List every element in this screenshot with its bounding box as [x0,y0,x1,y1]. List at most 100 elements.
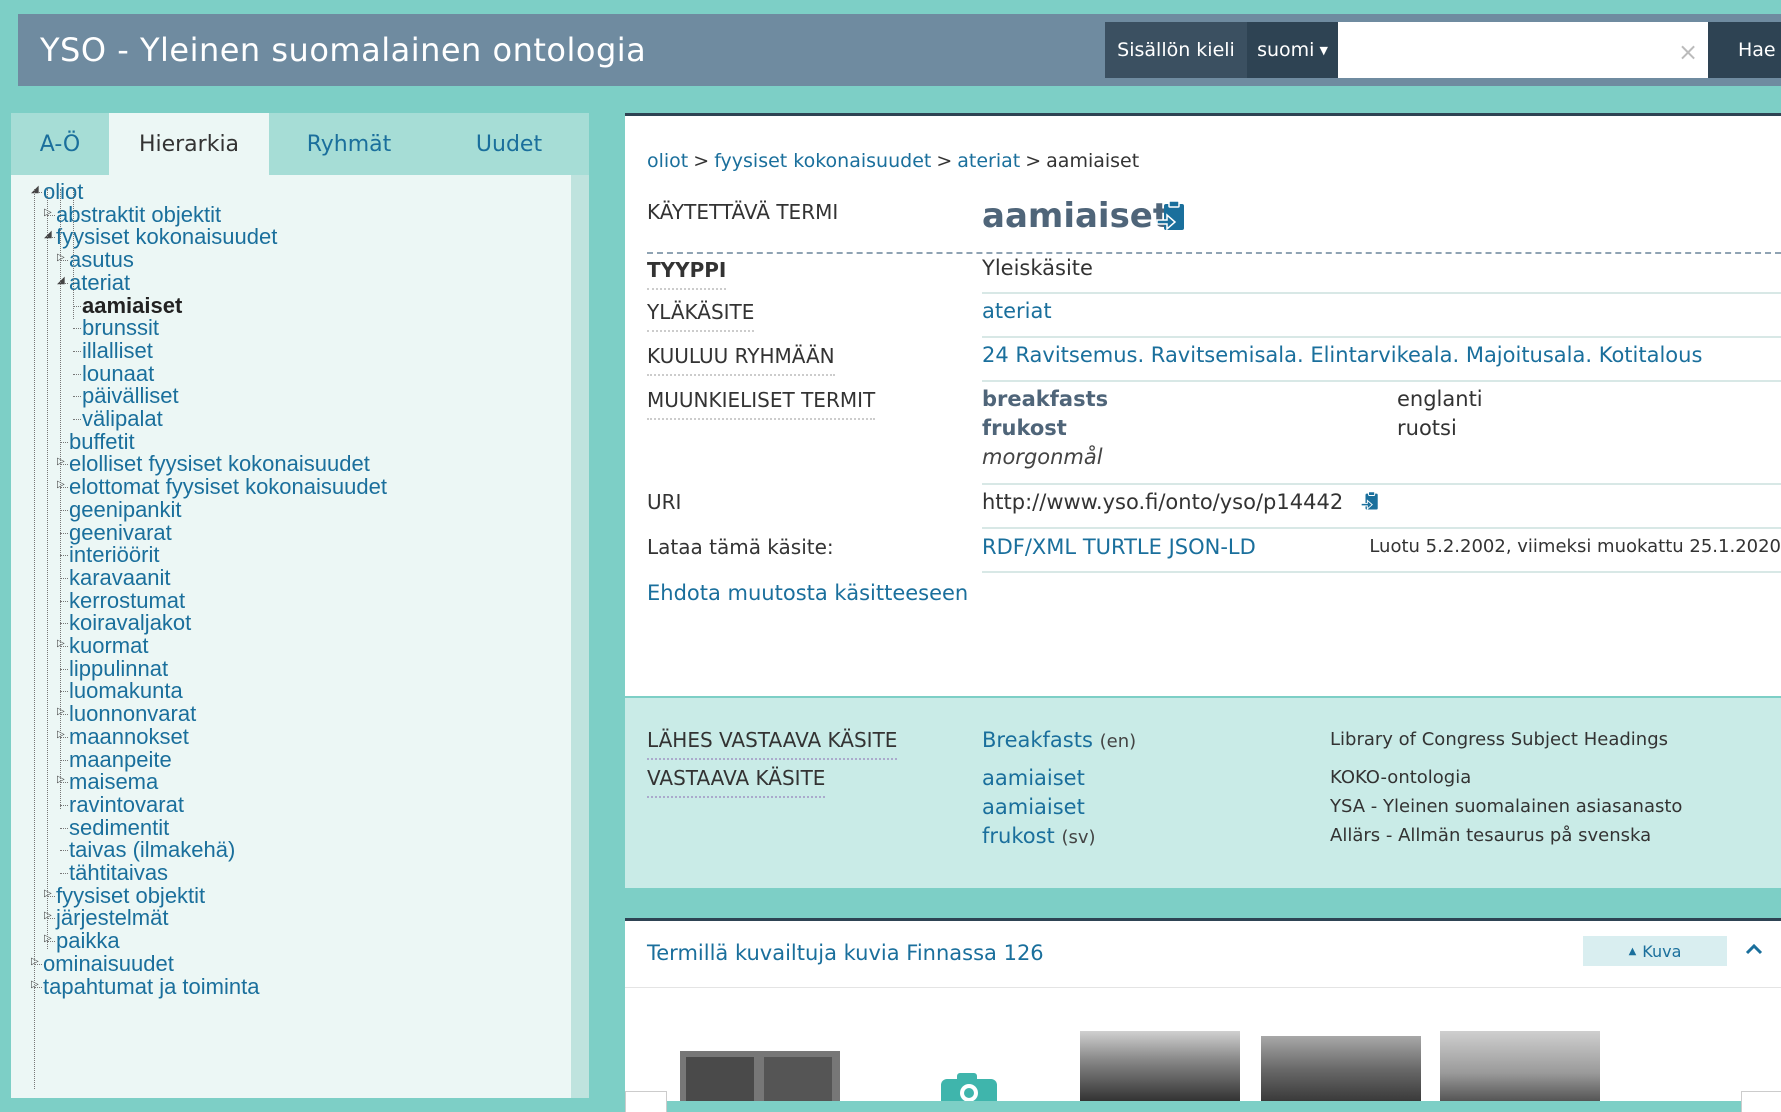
separator [647,252,1781,254]
copy-clipboard-icon[interactable] [1155,198,1191,238]
tree-node[interactable]: tapahtumat ja toiminta [43,974,259,1000]
row-separator [982,571,1781,573]
other-lang-term[interactable]: frukost [982,416,1067,440]
suggest-change-link[interactable]: Ehdota muutosta käsitteeseen [647,581,968,605]
tree-connector [60,577,68,579]
carousel-prev-button[interactable] [625,1091,667,1112]
breadcrumb-item[interactable]: fyysiset kokonaisuudet [714,150,931,172]
content-language-value: suomi [1257,39,1315,61]
content-language-select[interactable]: suomi ▼ [1247,22,1338,78]
clear-search-icon[interactable]: × [1678,38,1698,66]
tab-hierarkia[interactable]: Hierarkia [109,113,269,175]
caret-down-icon: ▼ [1319,43,1328,57]
other-lang-alt-term: morgonmål [982,445,1103,469]
close-match-title: LÄHES VASTAAVA KÄSITE [647,728,898,760]
tab-uudet[interactable]: Uudet [429,113,589,175]
row-separator [982,380,1781,382]
finna-thumbnail[interactable] [680,1051,840,1101]
tree-connector [60,623,68,625]
tab-a-o[interactable]: A-Ö [11,113,109,175]
tree-connector [73,419,81,420]
tree-connector [73,305,81,307]
mapping-source: Library of Congress Subject Headings [1330,729,1668,750]
group-link[interactable]: 24 Ravitsemus. Ravitsemisala. Elintarvik… [982,343,1702,367]
other-lang-name: ruotsi [1397,416,1457,440]
tree-connector [73,396,81,398]
tree-connector [60,873,68,874]
row-separator [982,527,1781,529]
tree-connector [60,555,68,557]
sidebar: A-Ö Hierarkia Ryhmät Uudet oliot ◢ abstrak… [11,113,589,1098]
search-input[interactable] [1338,22,1708,78]
mapping-source: Allärs - Allmän tesaurus på svenska [1330,825,1652,846]
content-language-label: Sisällön kieli [1105,22,1247,78]
other-lang-name: englanti [1397,387,1483,411]
concept-panel: oliot > fyysiset kokonaisuudet > ateriat > aam… [625,113,1781,696]
separator [625,987,1781,988]
exact-match-link[interactable]: aamiaiset [982,766,1085,790]
exact-match-link[interactable]: aamiaiset [982,795,1085,819]
finna-thumbnail[interactable] [1261,1036,1421,1101]
type-title: TYYPPI [647,258,727,290]
tree-scrollbar[interactable] [571,175,589,1098]
tree-guide-line [60,189,61,809]
tree-connector [60,600,68,602]
mapping-source: KOKO-ontologia [1330,767,1472,788]
tree-guide-line [47,189,48,949]
copy-uri-icon[interactable] [1360,490,1382,516]
broader-title: YLÄKÄSITE [647,300,755,332]
type-value: Yleiskäsite [982,256,1093,280]
close-match-link[interactable]: Breakfasts (en) [982,728,1136,752]
kuva-filter-button[interactable]: ▲ Kuva [1583,936,1727,966]
exact-match-title: VASTAAVA KÄSITE [647,766,826,798]
other-lang-title: MUUNKIELISET TERMIT [647,388,876,420]
finna-thumbnail[interactable] [1440,1031,1600,1101]
tree-connector [73,373,81,375]
carousel-next-button[interactable] [1741,1091,1781,1112]
triangle-up-icon: ▲ [1628,945,1637,957]
search-button[interactable]: Hae [1708,22,1781,78]
camera-icon [939,1071,999,1109]
finna-images-panel: Termillä kuvailtuja kuvia Finnassa 126 ▲… [625,918,1781,1112]
pref-label: aamiaiset [982,196,1170,236]
sidebar-tabs: A-Ö Hierarkia Ryhmät Uudet [11,113,589,175]
site-header: YSO - Yleinen suomalainen ontologia Sisä… [18,14,1781,86]
other-lang-term[interactable]: breakfasts [982,387,1108,411]
breadcrumb-item[interactable]: ateriat [957,150,1020,172]
breadcrumb: oliot > fyysiset kokonaisuudet > ateriat > aam… [647,150,1140,172]
tree-connector [60,850,68,852]
site-title[interactable]: YSO - Yleinen suomalainen ontologia [40,31,646,69]
download-jsonld-link[interactable]: JSON-LD [1169,535,1256,559]
finna-title[interactable]: Termillä kuvailtuja kuvia Finnassa 126 [647,941,1044,965]
mappings-panel: LÄHES VASTAAVA KÄSITE Breakfasts (en) Li… [625,698,1781,888]
uri-value: http://www.yso.fi/onto/yso/p14442 [982,490,1344,514]
group-title: KUULUU RYHMÄÄN [647,344,835,376]
tree-connector [60,827,68,829]
breadcrumb-current: aamiaiset [1046,150,1140,172]
row-separator [982,336,1781,338]
tree-connector [60,532,68,534]
breadcrumb-item[interactable]: oliot [647,150,688,172]
chevron-up-icon[interactable] [1745,939,1763,964]
pref-label-title: KÄYTETTÄVÄ TERMI [647,200,839,224]
tree-connector [60,691,68,693]
uri-title: URI [647,490,682,514]
download-rdfxml-link[interactable]: RDF/XML [982,535,1076,559]
tree-guide-line [73,189,74,319]
tab-ryhmat[interactable]: Ryhmät [269,113,429,175]
row-separator [982,483,1781,485]
download-links: RDF/XML TURTLE JSON-LD [982,535,1256,559]
tree-connector [60,441,68,443]
row-separator [982,292,1781,294]
tree-connector [60,759,68,761]
tree-connector [60,509,68,511]
download-turtle-link[interactable]: TURTLE [1083,535,1162,559]
tree-connector [60,668,68,670]
hierarchy-tree: oliot ◢ abstraktit objektit ▷ fyysiset kokon… [11,175,571,1098]
exact-match-link[interactable]: frukost (sv) [982,824,1096,848]
tree-connector [73,328,81,330]
tree-guide-line [34,189,35,1089]
download-title: Lataa tämä käsite: [647,535,834,559]
broader-link[interactable]: ateriat [982,299,1052,323]
finna-thumbnail[interactable] [1080,1031,1240,1101]
